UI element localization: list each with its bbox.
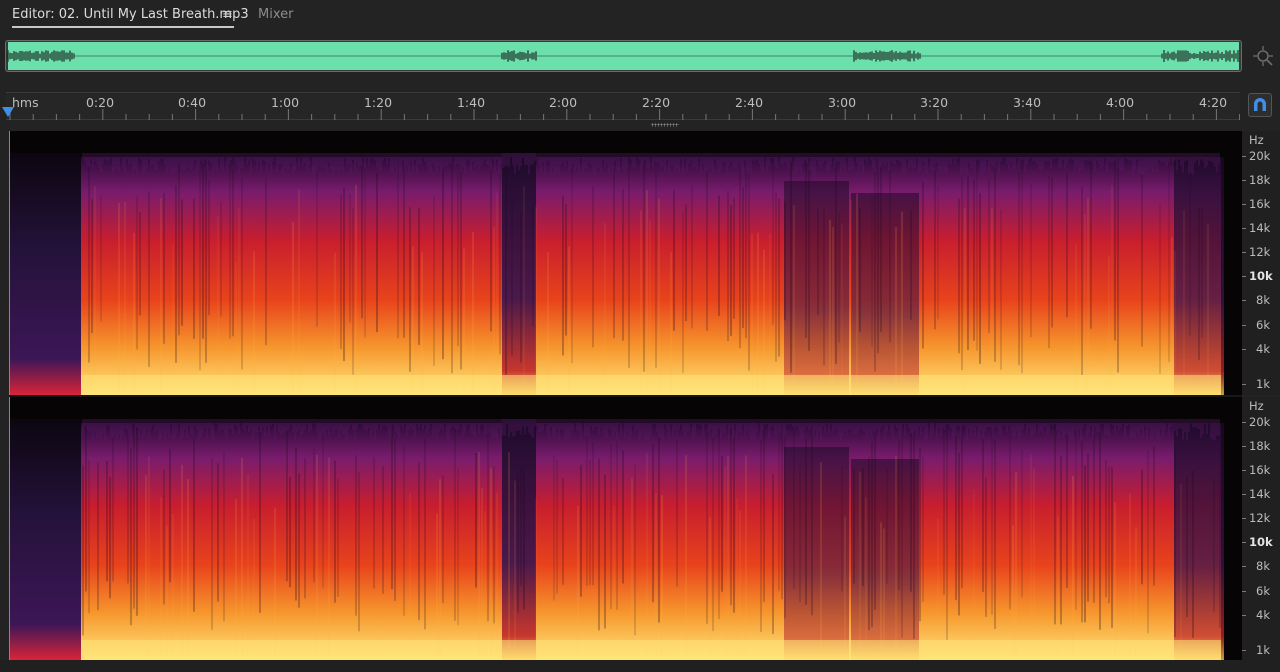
- ruler-tick-label: 2:40: [734, 95, 764, 110]
- frequency-tick: [1242, 615, 1246, 616]
- frequency-label: 6k: [1256, 318, 1270, 332]
- frequency-tick: [1242, 349, 1246, 350]
- ruler-tick-label: 0:20: [85, 95, 115, 110]
- frequency-label: 4k: [1256, 608, 1270, 622]
- frequency-label: 8k: [1256, 293, 1270, 307]
- frequency-label: 20k: [1249, 149, 1271, 163]
- ruler-tick-label: 3:20: [919, 95, 949, 110]
- frequency-tick: [1242, 276, 1246, 277]
- frequency-label: 10k: [1249, 535, 1273, 549]
- horizontal-scrollbar[interactable]: [0, 660, 1280, 672]
- magnet-icon: [1254, 98, 1266, 111]
- frequency-label: 18k: [1249, 173, 1271, 187]
- scale-unit: Hz: [1249, 133, 1264, 147]
- zoom-navigator-icon[interactable]: [1252, 44, 1274, 68]
- frequency-tick: [1242, 228, 1246, 229]
- ruler-tick-label: 1:40: [456, 95, 486, 110]
- overview-waveform: [6, 42, 1239, 70]
- frequency-label: 12k: [1249, 511, 1271, 525]
- frequency-label: 16k: [1249, 463, 1271, 477]
- frequency-label: 8k: [1256, 559, 1270, 573]
- frequency-label: 4k: [1256, 342, 1270, 356]
- tab-editor[interactable]: Editor: 02. Until My Last Breath.mp3: [12, 7, 249, 22]
- frequency-scale-left: Hz 20k 18k 16k 14k 12k 10k 8k 6k 4k 1k: [1242, 131, 1280, 395]
- frequency-tick: [1242, 300, 1246, 301]
- resize-grip[interactable]: [651, 123, 679, 127]
- frequency-tick: [1242, 252, 1246, 253]
- frequency-label: 18k: [1249, 439, 1271, 453]
- snap-button[interactable]: [1248, 93, 1272, 117]
- frequency-tick: [1242, 494, 1246, 495]
- overview-navigator[interactable]: [5, 40, 1242, 72]
- frequency-label: 1k: [1256, 377, 1270, 391]
- frequency-label: 10k: [1249, 269, 1273, 283]
- frequency-tick: [1242, 384, 1246, 385]
- active-tab-indicator: [12, 26, 234, 28]
- frequency-tick: [1242, 156, 1246, 157]
- frequency-tick: [1242, 566, 1246, 567]
- frequency-tick: [1242, 591, 1246, 592]
- ruler-tick-label: 4:20: [1198, 95, 1228, 110]
- frequency-tick: [1242, 180, 1246, 181]
- frequency-tick: [1242, 422, 1246, 423]
- frequency-label: 16k: [1249, 197, 1271, 211]
- playhead-marker[interactable]: [2, 107, 14, 117]
- frequency-tick: [1242, 325, 1246, 326]
- frequency-label: 1k: [1256, 643, 1270, 657]
- hamburger-icon[interactable]: ≡: [222, 7, 233, 22]
- frequency-label: 20k: [1249, 415, 1271, 429]
- frequency-tick: [1242, 446, 1246, 447]
- tab-mixer[interactable]: Mixer: [258, 7, 293, 22]
- ruler-tick-label: 4:00: [1105, 95, 1135, 110]
- ruler-tick-label: 3:00: [827, 95, 857, 110]
- frequency-scale-right: Hz 20k 18k 16k 14k 12k 10k 8k 6k 4k 1k: [1242, 397, 1280, 661]
- ruler-tick-label: 2:00: [548, 95, 578, 110]
- frequency-label: 14k: [1249, 487, 1271, 501]
- channel-divider: [9, 395, 1242, 397]
- tab-bar: Editor: 02. Until My Last Breath.mp3 ≡ M…: [0, 0, 1280, 34]
- frequency-tick: [1242, 204, 1246, 205]
- time-format-label: hms: [12, 95, 39, 110]
- ruler-tick-label: 3:40: [1012, 95, 1042, 110]
- ruler-tick-label: 2:20: [641, 95, 671, 110]
- frequency-label: 14k: [1249, 221, 1271, 235]
- time-ruler[interactable]: hms 0:20 0:40 1:00 1:20 1:40 2:00 2:20 2:40 3:00…: [6, 92, 1240, 120]
- ruler-tick-label: 1:20: [363, 95, 393, 110]
- frequency-tick: [1242, 518, 1246, 519]
- ruler-tick-label: 0:40: [177, 95, 207, 110]
- frequency-label: 6k: [1256, 584, 1270, 598]
- scale-unit: Hz: [1249, 399, 1264, 413]
- frequency-tick: [1242, 542, 1246, 543]
- frequency-label: 12k: [1249, 245, 1271, 259]
- frequency-tick: [1242, 650, 1246, 651]
- frequency-tick: [1242, 470, 1246, 471]
- ruler-tick-label: 1:00: [270, 95, 300, 110]
